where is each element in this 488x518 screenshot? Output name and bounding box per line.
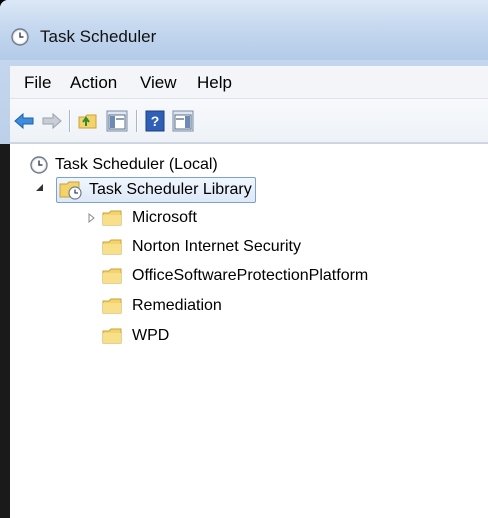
toolbar: ? (10, 99, 488, 143)
tree-folder-microsoft[interactable]: Microsoft (102, 206, 197, 230)
tree-library-label: Task Scheduler Library (89, 181, 252, 198)
help-icon[interactable]: ? (144, 110, 166, 132)
tree-root-task-scheduler-local[interactable]: Task Scheduler (Local) (30, 153, 218, 177)
title-bar[interactable]: Task Scheduler (0, 0, 488, 60)
menu-action[interactable]: Action (70, 73, 117, 93)
tree-item-task-scheduler-library[interactable]: Task Scheduler Library (56, 177, 256, 203)
menu-bar: File Action View Help (10, 66, 488, 99)
left-frame-edge (0, 144, 10, 518)
folder-label: Microsoft (132, 209, 197, 226)
toolbar-separator (136, 110, 137, 132)
back-arrow-icon[interactable] (13, 110, 35, 132)
folder-icon (102, 239, 122, 255)
window-title: Task Scheduler (40, 27, 157, 46)
svg-text:?: ? (151, 113, 160, 129)
toolbar-separator (69, 110, 70, 132)
folder-label: OfficeSoftwareProtectionPlatform (132, 267, 369, 284)
folder-icon (102, 210, 122, 226)
folder-icon (102, 298, 122, 314)
tree-root-label: Task Scheduler (Local) (55, 156, 218, 173)
clock-folder-icon (59, 181, 82, 200)
show-hide-console-tree-icon[interactable] (106, 110, 128, 132)
collapsed-triangle-icon[interactable] (88, 213, 96, 223)
up-folder-icon[interactable] (77, 110, 99, 132)
clock-icon (11, 28, 29, 46)
task-scheduler-window: Task Scheduler File Action View Help ? T… (0, 0, 488, 518)
folder-icon (102, 328, 122, 344)
menu-file[interactable]: File (24, 73, 51, 93)
folder-icon (102, 268, 122, 284)
folder-label: WPD (132, 327, 170, 344)
menu-view[interactable]: View (140, 73, 177, 93)
tree-folder-remediation[interactable]: Remediation (102, 294, 222, 318)
clock-icon (30, 156, 48, 174)
tree-folder-norton-internet-security[interactable]: Norton Internet Security (102, 235, 301, 259)
folder-label: Remediation (132, 297, 222, 314)
menu-help[interactable]: Help (197, 73, 232, 93)
forward-arrow-icon[interactable] (41, 110, 63, 132)
tree-folder-wpd[interactable]: WPD (102, 324, 169, 348)
folder-label: Norton Internet Security (132, 238, 301, 255)
console-tree-pane[interactable]: Task Scheduler (Local) Task Scheduler Li… (10, 143, 488, 518)
expanded-triangle-icon[interactable] (36, 184, 44, 192)
tree-folder-officesoftwareprotectionplatform[interactable]: OfficeSoftwareProtectionPlatform (102, 264, 368, 288)
show-hide-action-pane-icon[interactable] (172, 110, 194, 132)
